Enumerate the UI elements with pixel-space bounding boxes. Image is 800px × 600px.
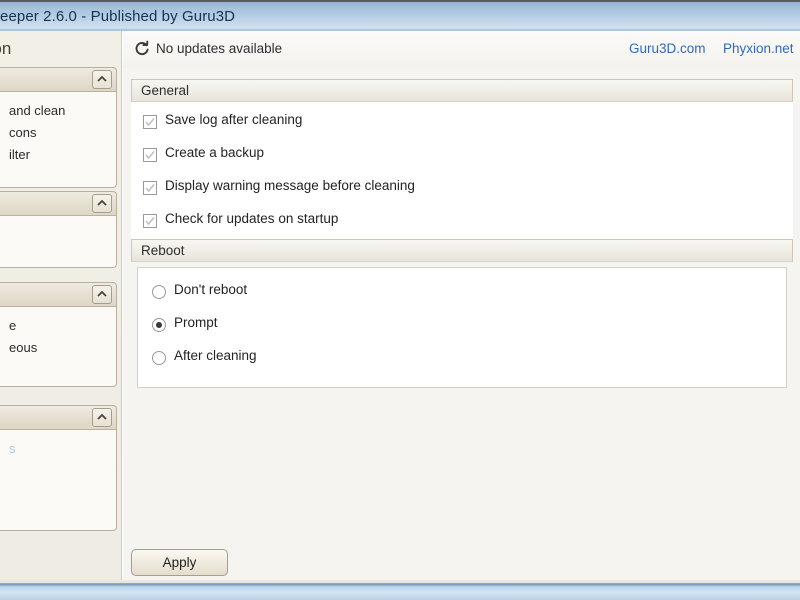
window-title: eeper 2.6.0 - Published by Guru3D xyxy=(0,8,236,25)
radio-selected-dot xyxy=(156,322,162,328)
sidebar-group-4-body: s xyxy=(0,430,117,531)
apply-button-label: Apply xyxy=(162,555,197,570)
window-body: gation and clean cons ilter t xyxy=(0,31,800,583)
sidebar-group-2-header[interactable]: t xyxy=(0,191,117,216)
radio-option-prompt[interactable]: Prompt xyxy=(138,311,786,344)
sidebar-title: gation xyxy=(0,39,12,58)
chevron-up-icon[interactable] xyxy=(92,285,112,304)
radio-prompt[interactable] xyxy=(152,318,166,332)
sidebar-item-filter[interactable]: ilter xyxy=(0,144,116,166)
reboot-groupbox-body: Don't reboot Prompt After cleaning xyxy=(137,267,787,388)
content-pane: No updates available Guru3D.com Phyxion.… xyxy=(123,31,800,583)
option-label-display-warning-message: Display warning message before cleaning xyxy=(165,178,415,193)
radio-dont-reboot[interactable] xyxy=(152,285,166,299)
sidebar-group-1: and clean cons ilter xyxy=(0,67,117,188)
chevron-up-icon[interactable] xyxy=(92,408,112,427)
update-status-text: No updates available xyxy=(156,41,283,56)
update-status-bar: No updates available Guru3D.com Phyxion.… xyxy=(123,31,800,68)
general-groupbox-title: General xyxy=(141,83,190,98)
reboot-groupbox-title: Reboot xyxy=(141,243,185,258)
sidebar-item-restore[interactable]: e xyxy=(0,315,116,337)
sidebar-group-3-body: e eous xyxy=(0,307,117,387)
window-title-bar: eeper 2.6.0 - Published by Guru3D xyxy=(0,0,800,31)
sidebar-group-4-header[interactable] xyxy=(0,405,117,430)
sidebar-item-miscellaneous[interactable]: eous xyxy=(0,337,116,359)
radio-label-prompt: Prompt xyxy=(174,315,218,330)
general-groupbox: General Save log after cleaning Create a xyxy=(131,79,793,246)
radio-option-dont-reboot[interactable]: Don't reboot xyxy=(138,278,786,311)
application-window: eeper 2.6.0 - Published by Guru3D gation… xyxy=(0,0,800,600)
chevron-up-icon[interactable] xyxy=(92,70,112,89)
option-check-for-updates-on-startup[interactable]: Check for updates on startup xyxy=(131,207,793,240)
radio-after-cleaning[interactable] xyxy=(152,351,166,365)
option-save-log-after-cleaning[interactable]: Save log after cleaning xyxy=(131,108,793,141)
sidebar-group-3-header[interactable] xyxy=(0,282,117,307)
option-display-warning-message[interactable]: Display warning message before cleaning xyxy=(131,174,793,207)
reboot-groupbox: Reboot Don't reboot Prompt After cleanin… xyxy=(131,239,793,394)
checkbox-check-for-updates-on-startup[interactable] xyxy=(143,214,157,228)
option-label-create-a-backup: Create a backup xyxy=(165,145,265,160)
radio-label-dont-reboot: Don't reboot xyxy=(174,282,248,297)
chevron-up-icon[interactable] xyxy=(92,194,112,213)
radio-option-after-cleaning[interactable]: After cleaning xyxy=(138,344,786,377)
checkbox-create-a-backup[interactable] xyxy=(143,148,157,162)
reboot-groupbox-header: Reboot xyxy=(131,239,793,262)
option-label-check-for-updates-on-startup: Check for updates on startup xyxy=(165,211,339,226)
navigation-sidebar: gation and clean cons ilter t xyxy=(0,31,121,583)
sidebar-group-4: s xyxy=(0,405,117,531)
general-groupbox-header: General xyxy=(131,79,793,102)
sidebar-group-2-body xyxy=(0,216,117,268)
checkbox-save-log-after-cleaning[interactable] xyxy=(143,115,157,129)
sidebar-group-3: e eous xyxy=(0,282,117,387)
apply-button[interactable]: Apply xyxy=(131,549,228,576)
link-phyxion[interactable]: Phyxion.net xyxy=(723,41,794,56)
sidebar-group-2: t xyxy=(0,191,117,268)
refresh-icon[interactable] xyxy=(133,40,151,58)
sidebar-item-analyze-and-clean[interactable]: and clean xyxy=(0,100,116,122)
sidebar-group-1-header[interactable] xyxy=(0,67,117,92)
sidebar-group-1-body: and clean cons ilter xyxy=(0,92,117,188)
option-label-save-log-after-cleaning: Save log after cleaning xyxy=(165,112,303,127)
checkbox-display-warning-message[interactable] xyxy=(143,181,157,195)
sidebar-item-icons[interactable]: cons xyxy=(0,122,116,144)
general-groupbox-body: Save log after cleaning Create a backup … xyxy=(131,102,793,246)
option-create-a-backup[interactable]: Create a backup xyxy=(131,141,793,174)
status-bar xyxy=(0,583,800,600)
link-guru3d[interactable]: Guru3D.com xyxy=(629,41,706,56)
radio-label-after-cleaning: After cleaning xyxy=(174,348,257,363)
sidebar-item-settings[interactable]: s xyxy=(0,438,116,460)
